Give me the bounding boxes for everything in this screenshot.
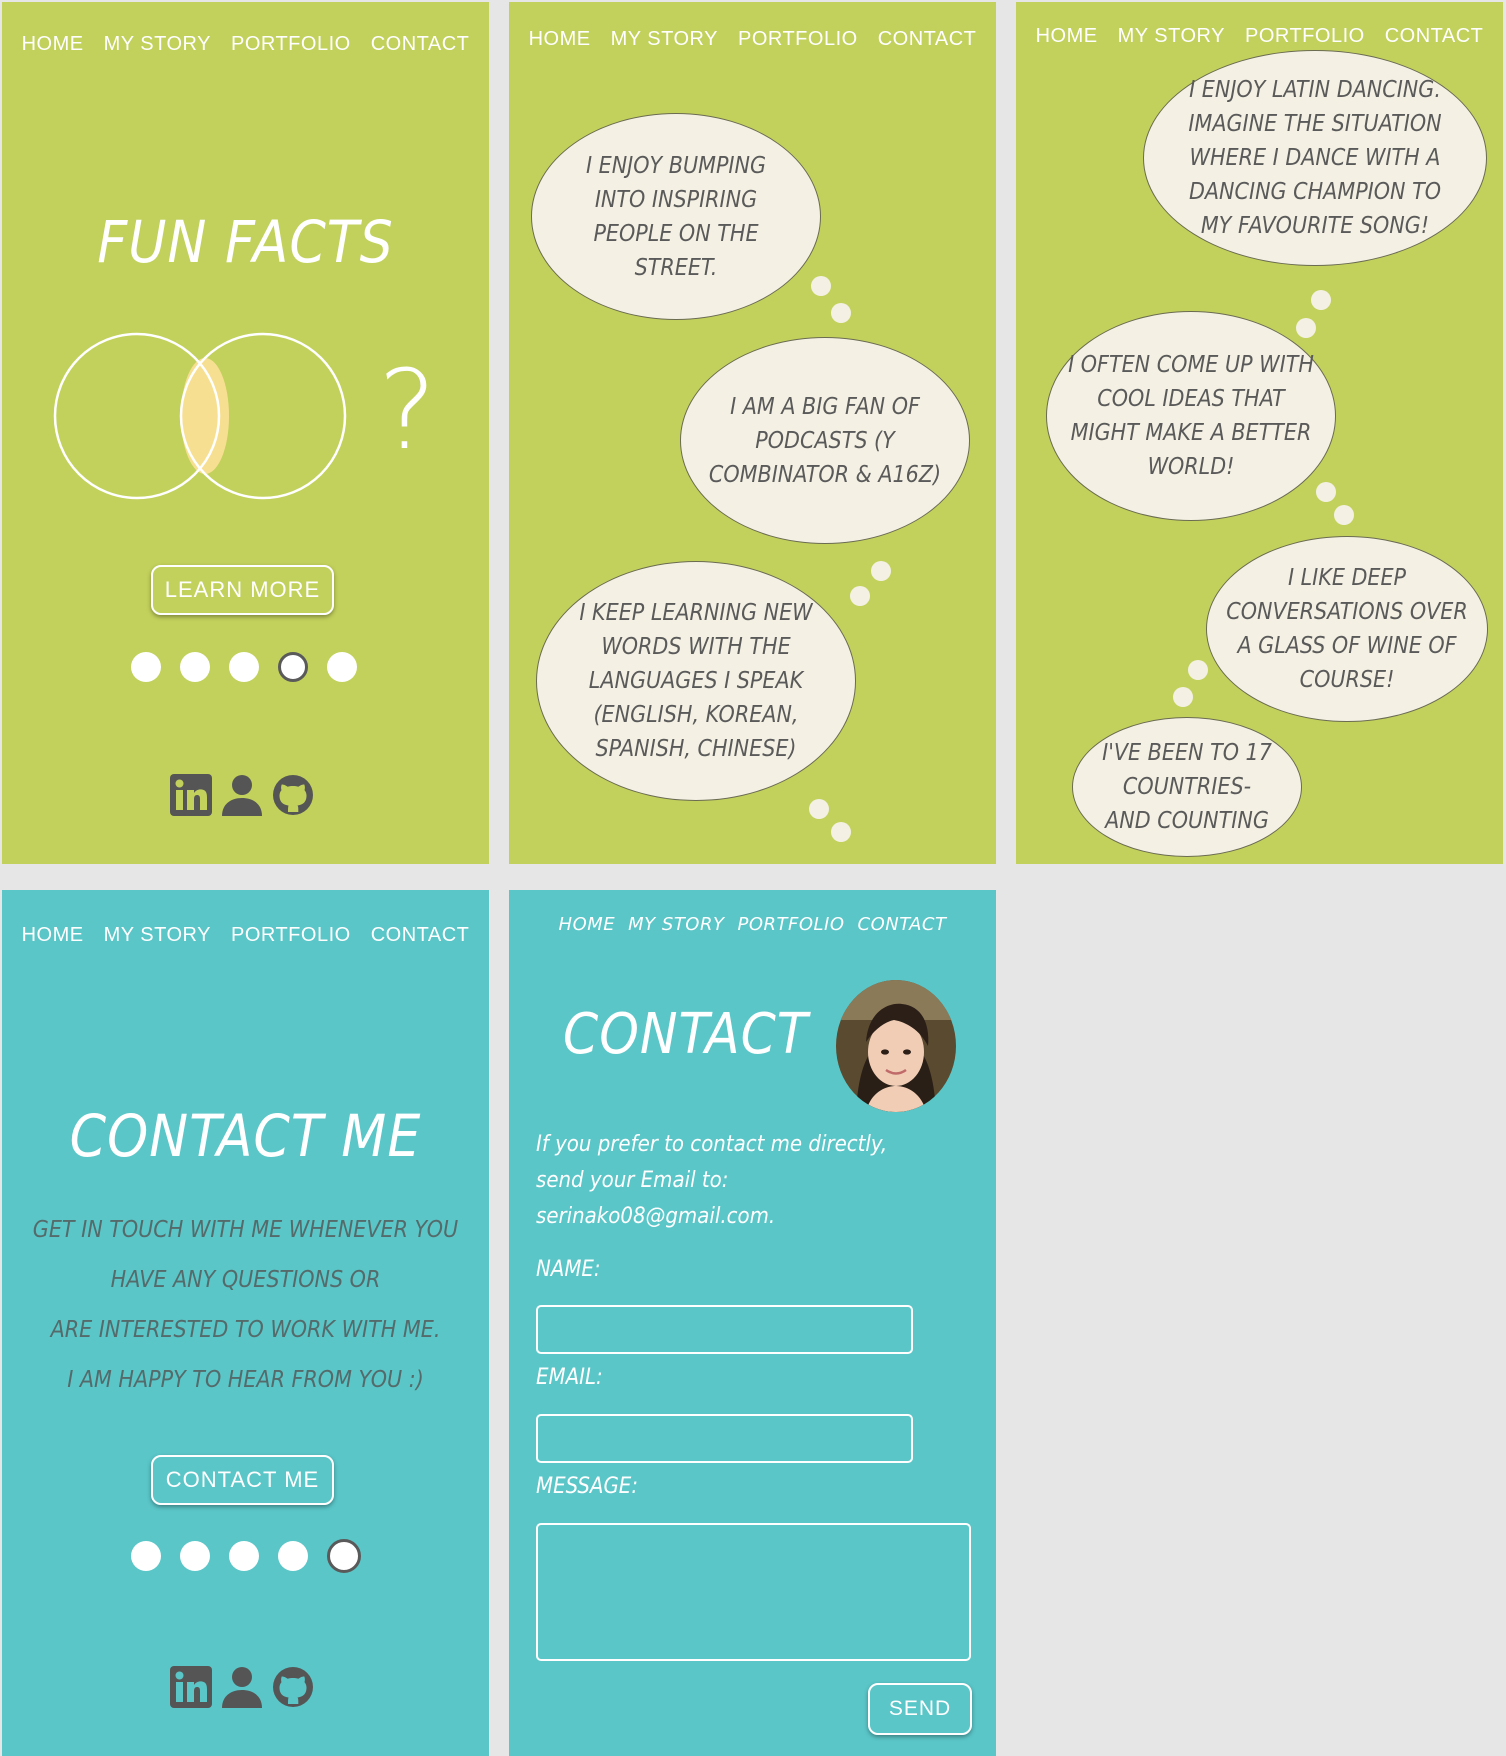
fact-bubble: I OFTEN COME UP WITH COOL IDEAS THAT MIG… [1046,311,1336,521]
nav-my-story[interactable]: MY STORY [628,914,724,935]
top-nav: HOME MY STORY PORTFOLIO CONTACT [1016,25,1503,48]
thought-dot [1316,482,1336,502]
message-field[interactable] [536,1523,971,1661]
nav-my-story[interactable]: MY STORY [104,924,211,947]
contact-message-line: ARE INTERESTED TO WORK WITH ME. [50,1317,441,1343]
thought-dot [1311,290,1331,310]
intro-line: If you prefer to contact me directly, [536,1132,888,1157]
top-nav: HOME MY STORY PORTFOLIO CONTACT [509,28,996,51]
fact-bubble: I ENJOY BUMPING INTO INSPIRING PEOPLE ON… [531,113,821,320]
thought-dot [811,276,831,296]
carousel-dot-4-active[interactable] [278,652,308,682]
name-label: NAME: [536,1257,601,1282]
nav-home[interactable]: HOME [1036,25,1098,48]
user-icon[interactable] [220,1666,264,1708]
thought-dot [1173,687,1193,707]
email-label: EMAIL: [536,1365,603,1390]
thought-dot [1188,660,1208,680]
carousel-dot-4[interactable] [278,1541,308,1571]
linkedin-icon[interactable] [170,774,212,816]
nav-contact[interactable]: CONTACT [371,924,470,947]
venn-diagram-icon [53,332,347,500]
message-label: MESSAGE: [536,1474,638,1499]
carousel-dot-5[interactable] [327,652,357,682]
panel-contact-me: HOME MY STORY PORTFOLIO CONTACT CONTACT … [2,890,489,1756]
send-button[interactable]: SEND [868,1683,972,1735]
carousel-dot-3[interactable] [229,1541,259,1571]
email-field[interactable] [536,1414,913,1463]
carousel-dots [131,1539,361,1573]
contact-me-button[interactable]: CONTACT ME [151,1455,334,1505]
social-links [170,1666,314,1708]
nav-home[interactable]: HOME [529,28,591,51]
page-title: CONTACT [563,1002,809,1067]
panel-fun-facts-2: HOME MY STORY PORTFOLIO CONTACT I ENJOY … [509,2,996,864]
carousel-dot-2[interactable] [180,1541,210,1571]
name-field[interactable] [536,1305,913,1354]
intro-line: send your Email to: [536,1168,729,1193]
github-icon[interactable] [272,1666,314,1708]
carousel-dot-2[interactable] [180,652,210,682]
nav-my-story[interactable]: MY STORY [1118,25,1225,48]
fact-bubble: I KEEP LEARNING NEW WORDS WITH THE LANGU… [536,561,856,801]
nav-home[interactable]: HOME [22,33,84,56]
question-mark: ? [378,346,437,474]
top-nav: HOME MY STORY PORTFOLIO CONTACT [2,924,489,947]
contact-message-line: HAVE ANY QUESTIONS OR [110,1267,381,1293]
contact-message-line: I AM HAPPY TO HEAR FROM YOU :) [67,1367,424,1393]
carousel-dot-1[interactable] [131,1541,161,1571]
thought-dot [850,586,870,606]
nav-contact[interactable]: CONTACT [858,914,947,935]
page-title: CONTACT ME [69,1102,422,1170]
learn-more-button[interactable]: LEARN MORE [151,565,334,615]
fact-bubble: I ENJOY LATIN DANCING. IMAGINE THE SITUA… [1143,50,1487,266]
nav-portfolio[interactable]: PORTFOLIO [231,33,351,56]
github-icon[interactable] [272,774,314,816]
panel-fun-facts-3: HOME MY STORY PORTFOLIO CONTACT I ENJOY … [1016,2,1503,864]
thought-dot [831,303,851,323]
carousel-dot-3[interactable] [229,652,259,682]
fact-bubble: I'VE BEEN TO 17 COUNTRIES-AND COUNTING [1072,717,1302,857]
email-address[interactable]: serinako08@gmail.com. [536,1199,887,1235]
social-links [170,774,314,816]
top-nav: HOME MY STORY PORTFOLIO CONTACT [2,33,489,56]
profile-photo [836,980,956,1112]
nav-portfolio[interactable]: PORTFOLIO [231,924,351,947]
thought-dot [809,799,829,819]
nav-my-story[interactable]: MY STORY [611,28,718,51]
nav-contact[interactable]: CONTACT [371,33,470,56]
contact-message: GET IN TOUCH WITH ME WHENEVER YOU HAVE A… [2,1205,489,1405]
linkedin-icon[interactable] [170,1666,212,1708]
thought-dot [831,822,851,842]
thought-dot [871,561,891,581]
nav-my-story[interactable]: MY STORY [104,33,211,56]
nav-portfolio[interactable]: PORTFOLIO [738,28,858,51]
panel-fun-facts: HOME MY STORY PORTFOLIO CONTACT FUN FACT… [2,2,489,864]
avatar [836,980,956,1112]
page-title: FUN FACTS [97,208,394,276]
top-nav: HOME MY STORY PORTFOLIO CONTACT [509,914,996,935]
nav-home[interactable]: HOME [559,914,616,935]
nav-contact[interactable]: CONTACT [878,28,977,51]
nav-portfolio[interactable]: PORTFOLIO [737,914,844,935]
panel-contact-form: HOME MY STORY PORTFOLIO CONTACT CONTACT … [509,890,996,1756]
carousel-dot-1[interactable] [131,652,161,682]
nav-home[interactable]: HOME [22,924,84,947]
nav-portfolio[interactable]: PORTFOLIO [1245,25,1365,48]
contact-intro: If you prefer to contact me directly, se… [536,1127,887,1235]
carousel-dot-5-active[interactable] [327,1539,361,1573]
user-icon[interactable] [220,774,264,816]
carousel-dots [131,652,357,682]
fact-bubble: I LIKE DEEP CONVERSATIONS OVER A GLASS O… [1206,536,1488,722]
contact-message-line: GET IN TOUCH WITH ME WHENEVER YOU [32,1217,459,1243]
thought-dot [1296,318,1316,338]
nav-contact[interactable]: CONTACT [1385,25,1484,48]
thought-dot [1334,505,1354,525]
fact-bubble: I AM A BIG FAN OF PODCASTS (Y COMBINATOR… [680,337,970,544]
